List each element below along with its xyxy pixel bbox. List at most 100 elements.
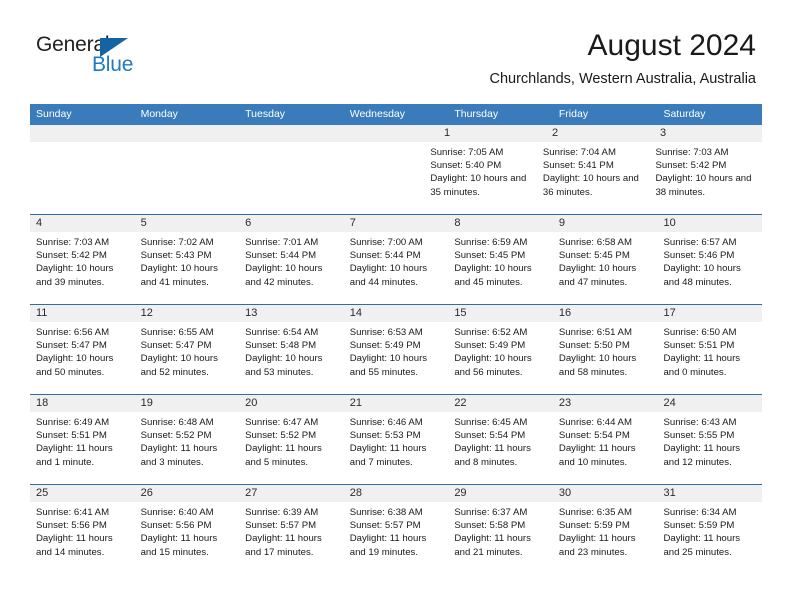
day-cell[interactable]: Sunrise: 7:03 AM Sunset: 5:42 PM Daylight:…	[649, 142, 762, 214]
sunset-text: Sunset: 5:44 PM	[349, 250, 421, 262]
day-cell[interactable]: Sunrise: 6:34 AM Sunset: 5:59 PM Daylight:…	[657, 502, 762, 574]
day-cell[interactable]: Sunrise: 6:40 AM Sunset: 5:56 PM Daylight:…	[135, 502, 240, 574]
sunset-text: Sunset: 5:48 PM	[245, 340, 317, 352]
day-cell[interactable]: Sunrise: 6:44 AM Sunset: 5:54 PM Daylight:…	[553, 412, 658, 484]
day-number-row: 4 5 6 7 8 9 10	[30, 215, 762, 232]
day-cell[interactable]: Sunrise: 6:59 AM Sunset: 5:45 PM Daylight:…	[448, 232, 553, 304]
day-number[interactable]: 30	[553, 485, 658, 502]
weekday-header-sunday: Sunday	[36, 108, 72, 120]
day-number[interactable]: 17	[657, 305, 762, 322]
sunrise-text: Sunrise: 7:05 AM	[430, 147, 504, 158]
day-number[interactable]: 31	[657, 485, 762, 502]
calendar-week-row: 25 26 27 28 29 30 31 Sunrise: 6:41 AM Sunset: 5:…	[30, 484, 762, 574]
calendar-week-row: 18 19 20 21 22 23 24 Sunrise: 6:49 AM Sunset: 5:…	[30, 394, 762, 484]
daylight-text: Daylight: 10 hours and 35 minutes.	[430, 173, 527, 198]
day-cell[interactable]: Sunrise: 6:56 AM Sunset: 5:47 PM Daylight:…	[30, 322, 135, 394]
day-cell[interactable]: Sunrise: 6:52 AM Sunset: 5:49 PM Daylight:…	[448, 322, 553, 394]
day-number[interactable]: 16	[553, 305, 658, 322]
sunset-text: Sunset: 5:52 PM	[140, 430, 212, 442]
day-number[interactable]: 26	[135, 485, 240, 502]
day-number[interactable]: 25	[30, 485, 135, 502]
day-number[interactable]: 2	[546, 125, 654, 142]
calendar-grid: Sunday Monday Tuesday Wednesday Thursday Frid…	[30, 104, 762, 574]
day-cell[interactable]: Sunrise: 7:01 AM Sunset: 5:44 PM Daylight:…	[239, 232, 344, 304]
daylight-text: Daylight: 11 hours and 5 minutes.	[245, 443, 322, 468]
day-cell[interactable]: Sunrise: 6:43 AM Sunset: 5:55 PM Daylight:…	[657, 412, 762, 484]
day-number[interactable]: 7	[344, 215, 449, 232]
day-number[interactable]: 13	[239, 305, 344, 322]
day-cell[interactable]: Sunrise: 7:05 AM Sunset: 5:40 PM Daylight:…	[424, 142, 537, 214]
day-number[interactable]: 5	[135, 215, 240, 232]
day-cell[interactable]: Sunrise: 6:58 AM Sunset: 5:45 PM Daylight:…	[553, 232, 658, 304]
day-number[interactable]: 15	[448, 305, 553, 322]
sunrise-text: Sunrise: 6:35 AM	[558, 507, 632, 518]
day-number[interactable]: 19	[135, 395, 240, 412]
day-cell[interactable]: Sunrise: 6:57 AM Sunset: 5:46 PM Daylight:…	[657, 232, 762, 304]
day-number[interactable]: 29	[448, 485, 553, 502]
day-cell[interactable]: Sunrise: 6:39 AM Sunset: 5:57 PM Daylight:…	[239, 502, 344, 574]
day-number[interactable]: 28	[344, 485, 449, 502]
day-number[interactable]: 9	[553, 215, 658, 232]
day-number[interactable]: 12	[135, 305, 240, 322]
day-cell[interactable]: Sunrise: 6:35 AM Sunset: 5:59 PM Daylight:…	[553, 502, 658, 574]
day-cell[interactable]: Sunrise: 6:37 AM Sunset: 5:58 PM Daylight:…	[448, 502, 553, 574]
daylight-text: Daylight: 11 hours and 14 minutes.	[36, 533, 113, 558]
day-cell[interactable]: Sunrise: 6:46 AM Sunset: 5:53 PM Daylight:…	[344, 412, 449, 484]
day-number[interactable]: 24	[657, 395, 762, 412]
day-cell[interactable]: Sunrise: 7:03 AM Sunset: 5:42 PM Daylight:…	[30, 232, 135, 304]
daylight-text: Daylight: 11 hours and 12 minutes.	[663, 443, 741, 468]
day-cell[interactable]: Sunrise: 6:50 AM Sunset: 5:51 PM Daylight:…	[657, 322, 762, 394]
sunset-text: Sunset: 5:54 PM	[454, 430, 526, 442]
day-cell[interactable]: Sunrise: 6:41 AM Sunset: 5:56 PM Daylight:…	[30, 502, 135, 574]
daylight-text: Daylight: 11 hours and 25 minutes.	[663, 533, 741, 558]
sunset-text: Sunset: 5:47 PM	[36, 340, 107, 352]
sunrise-text: Sunrise: 6:43 AM	[663, 417, 737, 428]
day-number[interactable]: 18	[30, 395, 135, 412]
daylight-text: Daylight: 10 hours and 52 minutes.	[140, 353, 218, 378]
sunset-text: Sunset: 5:40 PM	[430, 160, 502, 172]
empty-day-number	[132, 125, 234, 142]
daylight-text: Daylight: 11 hours and 21 minutes.	[454, 533, 531, 558]
daylight-text: Daylight: 10 hours and 42 minutes.	[245, 263, 323, 288]
day-number[interactable]: 8	[448, 215, 553, 232]
daylight-text: Daylight: 11 hours and 1 minute.	[36, 443, 113, 468]
day-cell[interactable]: Sunrise: 6:55 AM Sunset: 5:47 PM Daylight:…	[135, 322, 240, 394]
day-number[interactable]: 14	[344, 305, 449, 322]
day-cell[interactable]: Sunrise: 6:51 AM Sunset: 5:50 PM Daylight:…	[553, 322, 658, 394]
day-cell[interactable]: Sunrise: 6:45 AM Sunset: 5:54 PM Daylight:…	[448, 412, 553, 484]
day-cell[interactable]: Sunrise: 6:54 AM Sunset: 5:48 PM Daylight:…	[239, 322, 344, 394]
day-cell[interactable]: Sunrise: 6:47 AM Sunset: 5:52 PM Daylight:…	[239, 412, 344, 484]
day-number[interactable]: 27	[239, 485, 344, 502]
sunrise-text: Sunrise: 7:00 AM	[349, 237, 423, 248]
day-number[interactable]: 1	[438, 125, 546, 142]
day-number[interactable]: 10	[657, 215, 762, 232]
day-cell[interactable]: Sunrise: 6:49 AM Sunset: 5:51 PM Daylight:…	[30, 412, 135, 484]
brand-logo[interactable]: General Blue	[36, 33, 186, 83]
day-number[interactable]: 21	[344, 395, 449, 412]
day-number[interactable]: 20	[239, 395, 344, 412]
day-number[interactable]: 11	[30, 305, 135, 322]
day-number[interactable]: 4	[30, 215, 135, 232]
sunset-text: Sunset: 5:45 PM	[558, 250, 630, 262]
day-number[interactable]: 23	[553, 395, 658, 412]
daylight-text: Daylight: 11 hours and 23 minutes.	[558, 533, 636, 558]
daylight-text: Daylight: 11 hours and 3 minutes.	[140, 443, 218, 468]
day-cell[interactable]: Sunrise: 6:38 AM Sunset: 5:57 PM Daylight:…	[344, 502, 449, 574]
day-cell[interactable]: Sunrise: 7:04 AM Sunset: 5:41 PM Daylight:…	[537, 142, 650, 214]
weekday-header-thursday: Thursday	[454, 108, 499, 120]
day-cell[interactable]: Sunrise: 7:02 AM Sunset: 5:43 PM Daylight:…	[135, 232, 240, 304]
sunset-text: Sunset: 5:56 PM	[140, 520, 212, 532]
day-number[interactable]: 22	[448, 395, 553, 412]
sunset-text: Sunset: 5:43 PM	[140, 250, 212, 262]
day-cell[interactable]: Sunrise: 7:00 AM Sunset: 5:44 PM Daylight:…	[344, 232, 449, 304]
day-number[interactable]: 6	[239, 215, 344, 232]
weekday-header-saturday: Saturday	[663, 108, 706, 120]
day-number[interactable]: 3	[654, 125, 762, 142]
sunrise-text: Sunrise: 6:46 AM	[349, 417, 423, 428]
daylight-text: Daylight: 10 hours and 47 minutes.	[558, 263, 637, 288]
sunrise-text: Sunrise: 6:53 AM	[349, 327, 423, 338]
day-cell[interactable]: Sunrise: 6:48 AM Sunset: 5:52 PM Daylight:…	[135, 412, 240, 484]
sunrise-text: Sunrise: 6:49 AM	[36, 417, 110, 428]
day-cell[interactable]: Sunrise: 6:53 AM Sunset: 5:49 PM Daylight:…	[344, 322, 449, 394]
day-number-row: 18 19 20 21 22 23 24	[30, 395, 762, 412]
